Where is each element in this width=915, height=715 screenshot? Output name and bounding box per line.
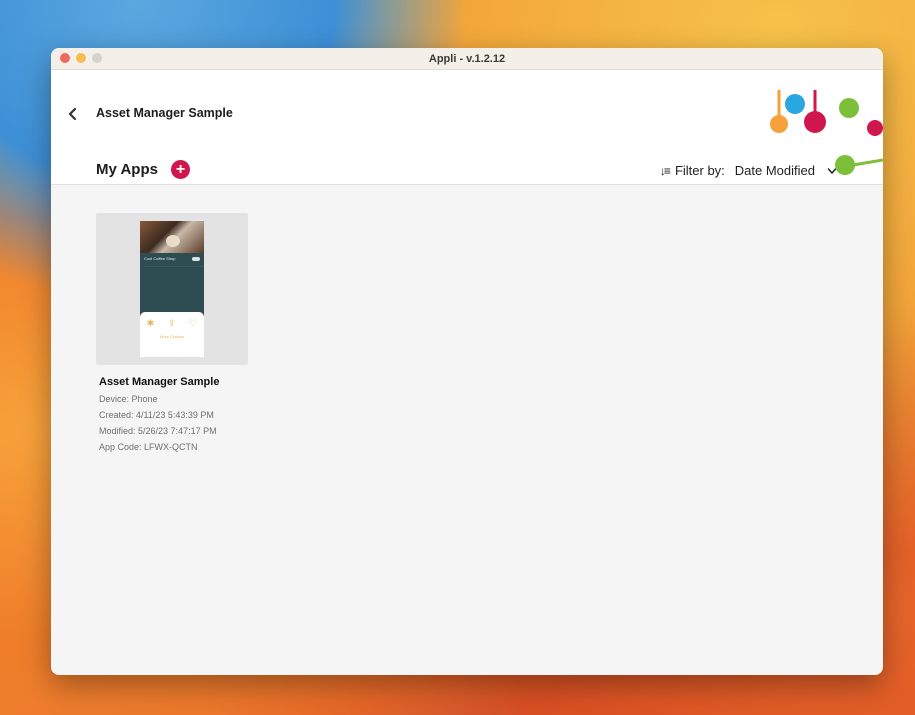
app-window: Appli - v.1.2.12 Asset Manager Sample My… <box>51 48 883 675</box>
app-details: Asset Manager Sample Device: Phone Creat… <box>99 376 219 458</box>
toggle-icon <box>192 256 200 261</box>
app-title: Asset Manager Sample <box>96 106 233 120</box>
app-code: App Code: LFWX-QCTN <box>99 442 198 452</box>
chevron-left-icon <box>68 107 77 121</box>
preview-header: Cool Coffee Shop <box>140 253 204 264</box>
asterisk-icon: ✱ <box>146 318 155 328</box>
coffee-cup-image <box>166 235 180 247</box>
app-header: Asset Manager Sample My Apps + ↓≡ Filter… <box>51 70 883 185</box>
app-created: Created: 4/11/23 5:43:39 PM <box>99 410 214 420</box>
app-device: Device: Phone <box>99 394 158 404</box>
plus-circle-icon: + <box>175 161 186 178</box>
heart-icon: ♡ <box>189 318 198 328</box>
app-preview-thumbnail: Cool Coffee Shop .......................… <box>140 221 204 357</box>
brand-logo <box>770 90 883 175</box>
close-window-button[interactable] <box>60 53 70 63</box>
add-app-button[interactable]: + <box>171 160 190 179</box>
section-title: My Apps <box>96 161 158 178</box>
window-title: Appli - v.1.2.12 <box>428 52 506 65</box>
sort-icon: ↓≡ <box>659 163 671 178</box>
preview-body-text: ........................................… <box>144 264 204 268</box>
filter-label: Filter by: <box>674 163 725 178</box>
title-bar: Appli - v.1.2.12 <box>51 48 883 70</box>
app-card[interactable]: Cool Coffee Shop .......................… <box>96 213 248 365</box>
preview-more-options: More Options <box>159 334 184 339</box>
share-icon: ⇪ <box>167 318 176 328</box>
preview-image <box>140 221 204 253</box>
app-modified: Modified: 5/26/23 7:47:17 PM <box>99 426 217 436</box>
back-button[interactable] <box>65 106 81 122</box>
app-name: Asset Manager Sample <box>99 376 220 388</box>
zoom-window-button[interactable] <box>92 53 102 63</box>
preview-title: Cool Coffee Shop <box>144 256 176 261</box>
minimize-window-button[interactable] <box>76 53 86 63</box>
window-controls <box>60 53 102 63</box>
preview-bottom-sheet: ✱ ⇪ ♡ More Options <box>140 312 204 357</box>
